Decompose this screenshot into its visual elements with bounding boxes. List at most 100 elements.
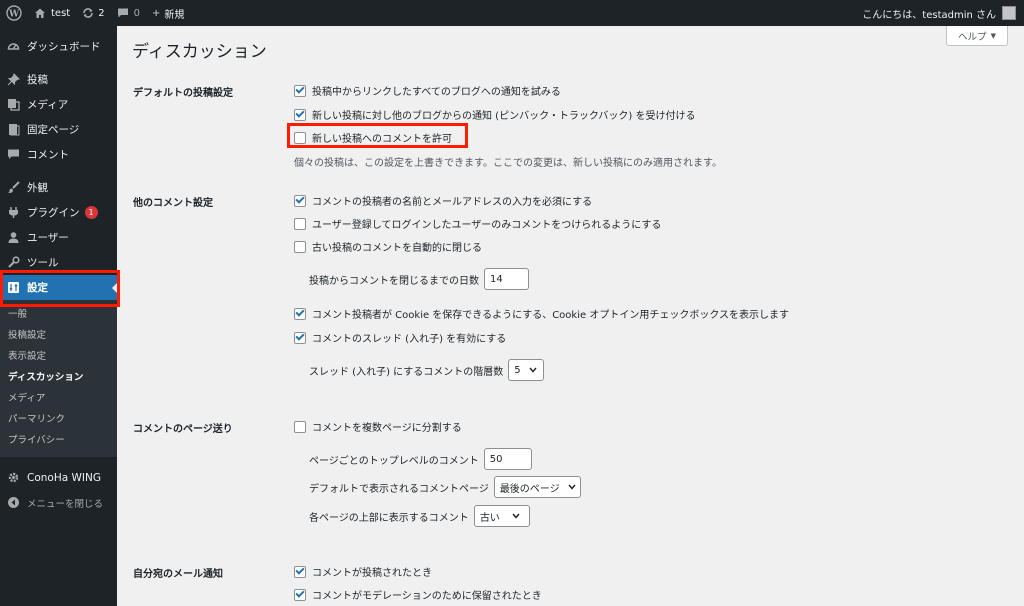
settings-highlight-box <box>0 270 120 307</box>
menu-appearance[interactable]: 外観 <box>0 175 117 200</box>
comments-notify-row[interactable]: コメントが投稿されたとき <box>294 564 432 579</box>
new-content-link[interactable]: + 新規 <box>146 0 190 26</box>
submenu-reading[interactable]: 表示設定 <box>0 346 117 367</box>
moderation-notify-row[interactable]: コメントがモデレーションのために保留されたとき <box>294 587 542 602</box>
thread-comments-label: コメントのスレッド (入れ子) を有効にする <box>312 334 507 345</box>
email-me-label: 自分宛のメール通知 <box>133 569 223 580</box>
registration-required-checkbox[interactable] <box>294 217 306 230</box>
plug-icon <box>6 206 20 220</box>
site-name: test <box>51 7 71 19</box>
menu-posts[interactable]: 投稿 <box>0 67 117 92</box>
paintbrush-icon <box>6 181 20 195</box>
wrench-icon <box>6 256 20 270</box>
comment-order-label: 各ページの上部に表示するコメント <box>309 512 469 524</box>
registration-required-label: ユーザー登録してログインしたユーザーのみコメントをつけられるようにする <box>312 220 662 231</box>
chevron-down-icon <box>529 365 537 376</box>
comments-notify-checkbox[interactable] <box>294 565 306 578</box>
page-comments-checkbox[interactable] <box>294 420 306 433</box>
default-comments-page-field-row: デフォルトで表示されるコメントページ 最後のページ <box>309 476 581 498</box>
thread-comments-checkbox[interactable] <box>294 331 306 344</box>
default-comments-page-label: デフォルトで表示されるコメントページ <box>309 483 489 495</box>
thread-depth-select[interactable]: 5 <box>508 359 545 381</box>
comment-status-highlight-box <box>287 123 468 148</box>
default-comments-page-select[interactable]: 最後のページ <box>493 476 581 498</box>
pingback-flag-checkbox[interactable] <box>294 84 306 97</box>
admin-bar: W test 2 0 + 新規 こんにちは、testadmin さん <box>0 0 1024 26</box>
collapse-arrow-icon <box>6 496 20 510</box>
close-comments-checkbox[interactable] <box>294 240 306 253</box>
menu-appearance-label: 外観 <box>27 182 48 194</box>
comments-link[interactable]: 0 <box>111 0 146 26</box>
default-comments-page-value: 最後のページ <box>499 483 560 495</box>
default-settings-note: 個々の投稿は、この設定を上書きできます。ここでの変更は、新しい投稿にのみ適用され… <box>294 158 722 169</box>
wordpress-logo-icon[interactable]: W <box>0 0 28 26</box>
new-content-label: 新規 <box>164 9 185 21</box>
thread-comments-row[interactable]: コメントのスレッド (入れ子) を有効にする <box>294 330 506 345</box>
registration-required-row[interactable]: ユーザー登録してログインしたユーザーのみコメントをつけられるようにする <box>294 216 661 231</box>
collapse-menu-label: メニューを閉じる <box>27 498 104 510</box>
ping-status-row[interactable]: 新しい投稿に対し他のブログからの通知 (ピンバック・トラックバック) を受け付け… <box>294 107 695 122</box>
close-comments-label: 古い投稿のコメントを自動的に閉じる <box>312 243 482 254</box>
comments-per-page-input[interactable]: 50 <box>483 448 532 470</box>
chevron-down-icon <box>568 482 576 493</box>
page-comments-row[interactable]: コメントを複数ページに分割する <box>294 419 462 434</box>
require-name-email-checkbox[interactable] <box>294 194 306 207</box>
home-icon <box>34 7 46 19</box>
submenu-media[interactable]: メディア <box>0 388 117 409</box>
help-label: ヘルプ <box>958 31 987 43</box>
menu-comments[interactable]: コメント <box>0 142 117 167</box>
updates-icon <box>82 7 94 19</box>
comment-bubble-icon <box>6 148 20 162</box>
moderation-notify-checkbox[interactable] <box>294 588 306 601</box>
page-title: ディスカッション <box>132 42 267 62</box>
comment-order-select[interactable]: 古い <box>473 505 530 527</box>
other-comment-settings-label: 他のコメント設定 <box>133 198 213 209</box>
submenu-privacy[interactable]: プライバシー <box>0 430 117 451</box>
comment-order-field-row: 各ページの上部に表示するコメント 古い <box>309 505 530 527</box>
comment-bubble-icon <box>117 7 129 19</box>
avatar <box>1002 6 1016 20</box>
submenu-permalinks[interactable]: パーマリンク <box>0 409 117 430</box>
moderation-notify-label: コメントがモデレーションのために保留されたとき <box>312 591 542 602</box>
ping-status-checkbox[interactable] <box>294 108 306 121</box>
menu-comments-label: コメント <box>27 149 69 161</box>
pingback-flag-row[interactable]: 投稿中からリンクしたすべてのブログへの通知を試みる <box>294 83 561 98</box>
comments-count: 0 <box>133 7 140 19</box>
menu-media[interactable]: メディア <box>0 92 117 117</box>
plus-icon: + <box>151 7 161 19</box>
updates-link[interactable]: 2 <box>76 0 110 26</box>
close-days-label: 投稿からコメントを閉じるまでの日数 <box>309 275 479 287</box>
menu-users-label: ユーザー <box>27 232 69 244</box>
thread-depth-value: 5 <box>514 364 521 376</box>
greeting: こんにちは、testadmin さん <box>862 9 996 21</box>
cookies-opt-in-checkbox[interactable] <box>294 307 306 320</box>
submenu-writing[interactable]: 投稿設定 <box>0 325 117 346</box>
require-name-email-label: コメントの投稿者の名前とメールアドレスの入力を必須にする <box>312 197 593 208</box>
my-account[interactable]: こんにちは、testadmin さん <box>862 6 1024 21</box>
thread-depth-field-row: スレッド (入れ子) にするコメントの階層数 5 <box>309 359 545 381</box>
admin-sidebar: ダッシュボード 投稿 メディア 固定ページ コメント 外観 プラグイン 1 ユー… <box>0 26 117 606</box>
help-tab-button[interactable]: ヘルプ ▼ <box>946 26 1008 46</box>
require-name-email-row[interactable]: コメントの投稿者の名前とメールアドレスの入力を必須にする <box>294 193 592 208</box>
cookies-opt-in-label: コメント投稿者が Cookie を保存できるようにする、Cookie オプトイン… <box>312 310 790 321</box>
menu-conoha-wing[interactable]: ConoHa WING <box>0 465 117 490</box>
submenu-discussion[interactable]: ディスカッション <box>0 367 117 388</box>
gear-icon <box>6 471 20 485</box>
close-days-input[interactable]: 14 <box>484 268 529 290</box>
pingback-flag-label: 投稿中からリンクしたすべてのブログへの通知を試みる <box>312 87 561 98</box>
menu-conoha-label: ConoHa WING <box>27 471 101 484</box>
main-content: ヘルプ ▼ ディスカッション デフォルトの投稿設定 投稿中からリンクしたすべての… <box>117 26 1024 606</box>
menu-plugins[interactable]: プラグイン 1 <box>0 200 117 225</box>
site-name-link[interactable]: test <box>28 0 76 26</box>
comments-per-page-field-row: ページごとのトップレベルのコメント 50 <box>309 448 532 470</box>
comments-notify-label: コメントが投稿されたとき <box>312 568 432 579</box>
page-comments-label: コメントを複数ページに分割する <box>312 423 462 434</box>
submenu-general[interactable]: 一般 <box>0 304 117 325</box>
close-comments-row[interactable]: 古い投稿のコメントを自動的に閉じる <box>294 239 482 254</box>
menu-dashboard[interactable]: ダッシュボード <box>0 34 117 59</box>
menu-users[interactable]: ユーザー <box>0 225 117 250</box>
cookies-opt-in-row[interactable]: コメント投稿者が Cookie を保存できるようにする、Cookie オプトイン… <box>294 306 789 321</box>
media-icon <box>6 98 20 112</box>
collapse-menu-button[interactable]: メニューを閉じる <box>0 490 117 515</box>
menu-pages[interactable]: 固定ページ <box>0 117 117 142</box>
